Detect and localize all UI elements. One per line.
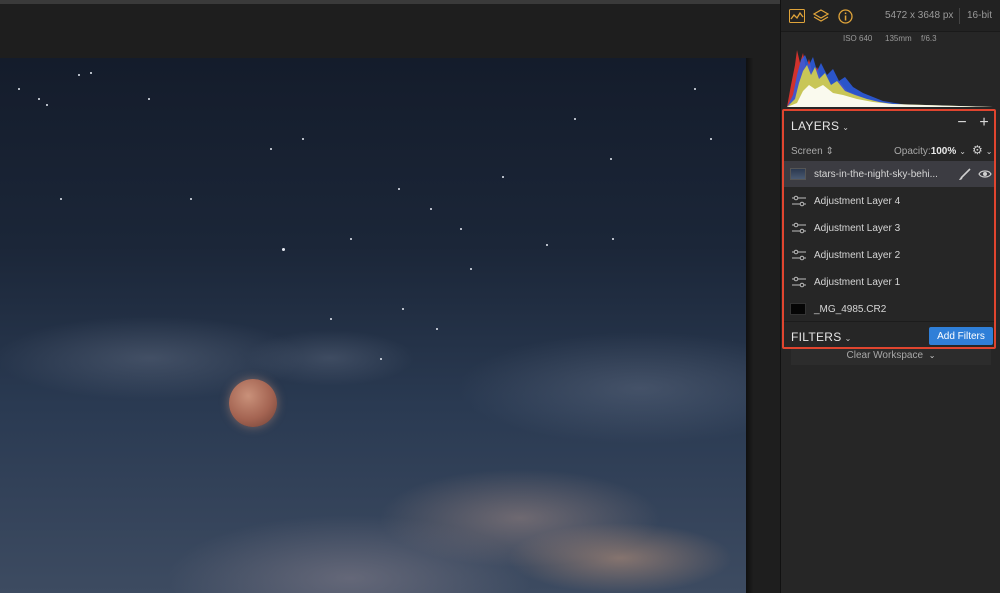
chevron-down-icon: ⌄ xyxy=(844,334,852,343)
chevron-down-icon: ⌄ xyxy=(985,147,993,156)
filters-section: FILTERS ⌄ Add Filters xyxy=(784,321,994,349)
filters-title-text: FILTERS xyxy=(791,330,842,344)
gear-icon[interactable]: ⚙ ⌄ xyxy=(972,143,992,157)
exif-iso: ISO 640 xyxy=(843,34,873,43)
layer-thumbnail xyxy=(790,168,806,180)
blend-mode-value: Screen xyxy=(791,146,823,157)
filters-title[interactable]: FILTERS ⌄ xyxy=(791,330,852,344)
layers-icon[interactable] xyxy=(813,8,829,24)
layer-row[interactable]: Adjustment Layer 2 xyxy=(784,242,994,268)
info-icon[interactable] xyxy=(837,8,853,24)
layer-row[interactable]: _MG_4985.CR2 xyxy=(784,296,994,322)
opacity-label: Opacity: xyxy=(894,146,931,157)
layer-name: Adjustment Layer 4 xyxy=(814,196,901,207)
up-down-arrows-icon: ⇕ xyxy=(825,146,834,157)
histogram-icon[interactable] xyxy=(789,8,805,24)
layer-thumbnail xyxy=(790,303,806,315)
image-dimensions: 5472 x 3648 px xyxy=(885,10,954,21)
adjustment-sliders-icon xyxy=(792,195,806,207)
adjustment-sliders-icon xyxy=(792,222,806,234)
layer-row[interactable]: stars-in-the-night-sky-behi... xyxy=(784,161,994,187)
chevron-down-icon: ⌄ xyxy=(959,147,966,156)
toolbar-separator xyxy=(959,8,960,24)
layer-name: Adjustment Layer 2 xyxy=(814,250,901,261)
layer-row[interactable]: Adjustment Layer 3 xyxy=(784,215,994,241)
opacity-control[interactable]: Opacity:100% ⌄ xyxy=(894,146,966,157)
bit-depth: 16-bit xyxy=(967,10,993,21)
layer-name: Adjustment Layer 3 xyxy=(814,223,901,234)
chevron-down-icon: ⌄ xyxy=(928,351,936,360)
brush-icon[interactable] xyxy=(958,167,972,181)
layer-row[interactable]: Adjustment Layer 1 xyxy=(784,269,994,295)
add-layer-button[interactable]: + xyxy=(976,114,992,132)
photo-preview[interactable] xyxy=(0,58,746,593)
chevron-down-icon: ⌄ xyxy=(842,123,850,132)
blend-mode-select[interactable]: Screen ⇕ xyxy=(791,146,834,157)
layer-row[interactable]: Adjustment Layer 4 xyxy=(784,188,994,214)
layer-name: _MG_4985.CR2 xyxy=(814,304,887,315)
adjustment-sliders-icon xyxy=(792,249,806,261)
clear-workspace-button[interactable]: Clear Workspace ⌄ xyxy=(791,349,991,365)
exif-aperture: f/6.3 xyxy=(921,34,937,43)
layer-options-row: Screen ⇕ Opacity:100% ⌄ ⚙ ⌄ xyxy=(784,143,994,161)
layer-name: stars-in-the-night-sky-behi... xyxy=(814,169,938,180)
canvas-area[interactable] xyxy=(0,4,780,593)
adjustment-sliders-icon xyxy=(792,276,806,288)
panel-toolbar: 5472 x 3648 px 16-bit xyxy=(781,0,1000,32)
remove-layer-button[interactable]: − xyxy=(954,114,970,132)
eye-icon[interactable] xyxy=(978,167,992,181)
moon xyxy=(229,379,277,427)
layers-title[interactable]: LAYERS ⌄ xyxy=(791,119,849,133)
opacity-value: 100% xyxy=(930,146,957,157)
layers-title-text: LAYERS xyxy=(791,119,840,133)
layers-panel: LAYERS ⌄ − + Screen ⇕ Opacity:100% ⌄ ⚙ ⌄ st… xyxy=(782,109,996,349)
layer-name: Adjustment Layer 1 xyxy=(814,277,901,288)
histogram-chart xyxy=(787,50,993,107)
photo-shadow xyxy=(746,58,754,593)
clear-workspace-label: Clear Workspace xyxy=(846,350,924,361)
exif-focal-length: 135mm xyxy=(885,34,912,43)
add-filters-button[interactable]: Add Filters xyxy=(929,327,993,345)
